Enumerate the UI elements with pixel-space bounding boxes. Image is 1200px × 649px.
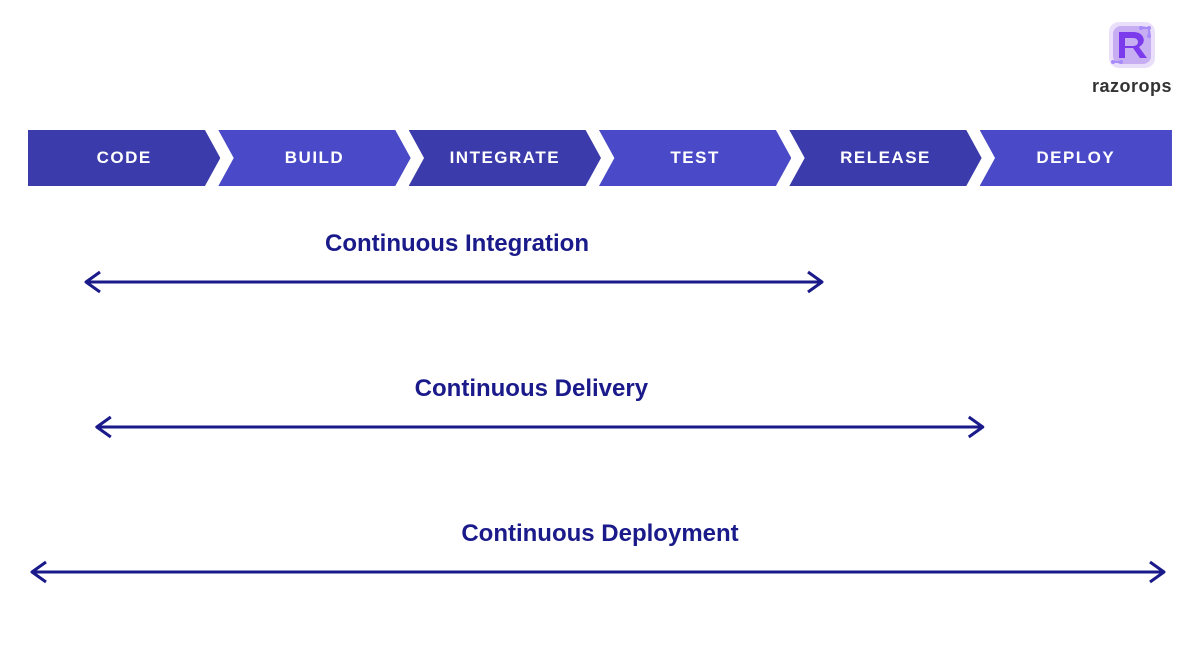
cdeploy-section: Continuous Deployment bbox=[28, 520, 1172, 593]
cd-arrow bbox=[28, 411, 1058, 443]
pipeline-label-test: TEST bbox=[670, 148, 719, 168]
pipeline-label-deploy: DEPLOY bbox=[1036, 148, 1115, 168]
pipeline-label-release: RELEASE bbox=[840, 148, 931, 168]
pipeline-step-integrate: INTEGRATE bbox=[409, 130, 601, 186]
cdeploy-label: Continuous Deployment bbox=[28, 520, 1172, 548]
pipeline-step-test: TEST bbox=[599, 130, 791, 186]
pipeline-label-code: CODE bbox=[97, 148, 152, 168]
pipeline-row: CODE BUILD INTEGRATE TEST RELEASE DEPLOY bbox=[28, 130, 1172, 186]
pipeline-step-build: BUILD bbox=[218, 130, 410, 186]
pipeline-label-integrate: INTEGRATE bbox=[450, 148, 560, 168]
cdeploy-arrow bbox=[28, 556, 1172, 588]
ci-section: Continuous Integration bbox=[28, 230, 1172, 303]
pipeline-step-code: CODE bbox=[28, 130, 220, 186]
razorops-icon bbox=[1105, 18, 1159, 72]
cd-section: Continuous Delivery bbox=[28, 375, 1172, 448]
ci-label: Continuous Integration bbox=[28, 230, 886, 258]
pipeline-step-release: RELEASE bbox=[789, 130, 981, 186]
cd-label: Continuous Delivery bbox=[28, 375, 1035, 403]
logo-area: razorops bbox=[1092, 18, 1172, 97]
pipeline-label-build: BUILD bbox=[285, 148, 344, 168]
ci-arrow bbox=[28, 266, 886, 298]
pipeline-step-deploy: DEPLOY bbox=[980, 130, 1172, 186]
logo-text: razorops bbox=[1092, 76, 1172, 97]
